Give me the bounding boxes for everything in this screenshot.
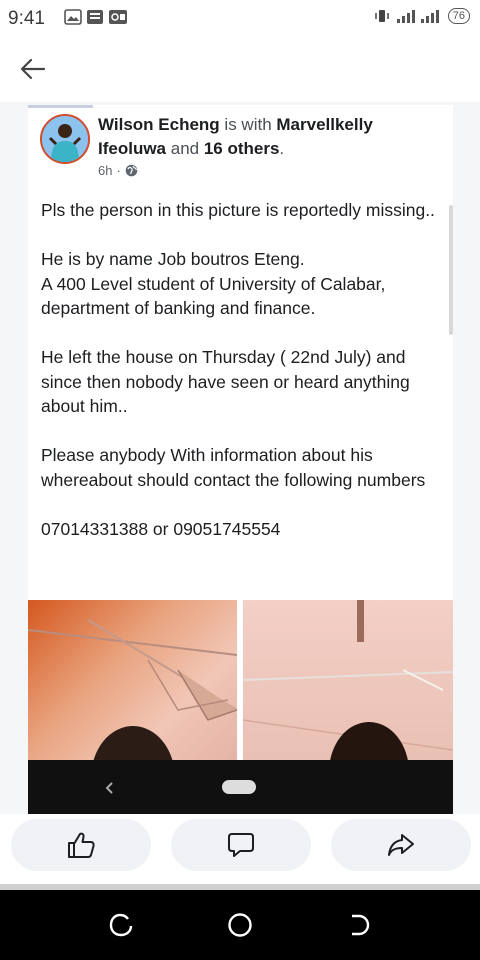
- author-avatar[interactable]: [40, 114, 90, 164]
- post-card: Wilson Echeng is with Marvellkelly Ifeol…: [28, 105, 453, 814]
- like-icon: [68, 832, 95, 858]
- home-circle-icon: [228, 913, 252, 937]
- vibrate-icon: [375, 10, 389, 22]
- nav-home-button[interactable]: [225, 910, 255, 940]
- status-time: 9:41: [8, 8, 45, 29]
- battery-indicator: 76: [447, 8, 470, 24]
- outlook-notification-icon: [109, 10, 127, 24]
- back-arrow-icon: [20, 58, 46, 80]
- meta-dot: ·: [116, 163, 121, 178]
- post-time[interactable]: 6h: [98, 163, 112, 178]
- and-text: and: [166, 139, 204, 158]
- post-paragraph-5: Please anybody With information about hi…: [41, 445, 426, 490]
- post-meta: 6h ·: [98, 163, 138, 178]
- public-globe-icon: [125, 164, 138, 177]
- comment-icon: [228, 833, 254, 857]
- post-action-bar: [0, 814, 480, 884]
- post-header: Wilson Echeng is with Marvellkelly Ifeol…: [98, 113, 438, 161]
- post-paragraph-1: Pls the person in this picture is report…: [41, 200, 435, 220]
- post-paragraph-2: He is by name Job boutros Eteng.: [41, 249, 305, 269]
- post-body: Pls the person in this picture is report…: [41, 198, 441, 566]
- post-photo-2[interactable]: [243, 600, 453, 760]
- share-button[interactable]: [331, 819, 471, 871]
- nav-recents-button[interactable]: [106, 910, 136, 940]
- share-icon: [388, 834, 414, 856]
- avatar-picture: [42, 116, 88, 162]
- post-photo-1[interactable]: [28, 600, 237, 760]
- back-button[interactable]: [18, 56, 48, 82]
- like-button[interactable]: [11, 819, 151, 871]
- notification-icons: [64, 9, 128, 25]
- status-bar: 9:41 76: [0, 0, 480, 36]
- system-nav-bar: [0, 890, 480, 960]
- with-text: is with: [219, 115, 277, 134]
- content-area[interactable]: Wilson Echeng is with Marvellkelly Ifeol…: [0, 102, 480, 814]
- post-phone-numbers[interactable]: 07014331388 or 09051745554: [41, 517, 441, 542]
- photo-ceiling-scene-left: [28, 619, 237, 760]
- document-notification-icon: [87, 10, 103, 24]
- comment-button[interactable]: [171, 819, 311, 871]
- system-back-icon: [352, 914, 370, 936]
- others-link[interactable]: 16 others: [204, 139, 280, 158]
- status-right: 76: [374, 8, 470, 24]
- scroll-indicator[interactable]: [449, 205, 453, 335]
- post-paragraph-3: A 400 Level student of University of Cal…: [41, 273, 386, 319]
- nav-back-button[interactable]: [344, 910, 374, 940]
- signal-icon: [396, 10, 439, 23]
- recents-icon: [109, 913, 133, 937]
- card-accent-line: [28, 105, 93, 108]
- app-bar: [0, 36, 480, 102]
- photo-ceiling-scene-right: [243, 600, 453, 760]
- gallery-notification-icon: [64, 9, 82, 25]
- period: .: [279, 139, 285, 158]
- home-pill-indicator[interactable]: [222, 780, 256, 794]
- author-name[interactable]: Wilson Echeng: [98, 115, 220, 134]
- previous-chevron-icon[interactable]: [100, 778, 120, 798]
- media-overlay-bar: [28, 760, 453, 814]
- post-paragraph-4: He left the house on Thursday ( 22nd Jul…: [41, 347, 410, 416]
